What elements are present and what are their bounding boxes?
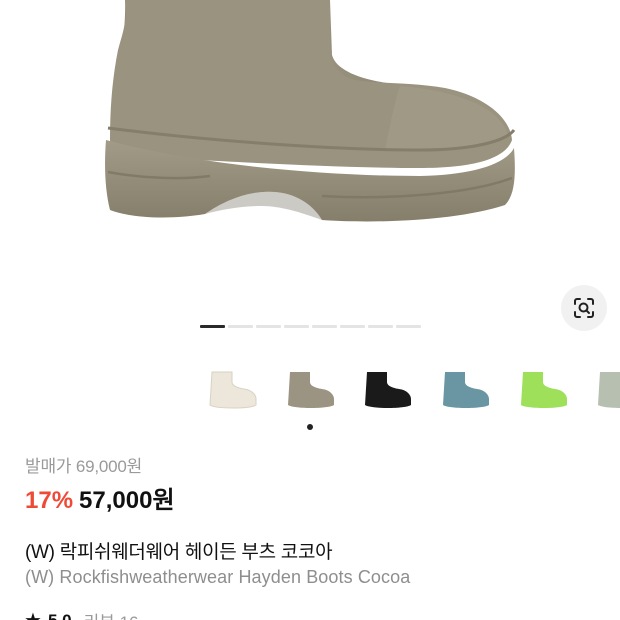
carousel-segment-5[interactable] (312, 325, 337, 328)
review-count-link[interactable]: 리뷰 16 (84, 608, 139, 620)
product-name-english: (W) Rockfishweatherwear Hayden Boots Coc… (25, 567, 411, 587)
carousel-segment-8[interactable] (396, 325, 421, 328)
color-option-sage[interactable] (590, 364, 620, 414)
price-row: 17% 57,000원 (25, 480, 175, 515)
rating-score: 5.0 (47, 610, 72, 620)
color-options (196, 364, 620, 414)
carousel-segment-1[interactable] (200, 325, 225, 328)
image-search-icon (574, 298, 594, 318)
carousel-segment-2[interactable] (228, 325, 253, 328)
carousel-segment-7[interactable] (368, 325, 393, 328)
carousel-segment-6[interactable] (340, 325, 365, 328)
product-name-korean: (W) 락피쉬웨더웨어 헤이든 부츠 코코아 (25, 542, 333, 563)
color-option-blue[interactable] (435, 364, 491, 414)
color-option-black[interactable] (357, 364, 413, 414)
color-option-cream[interactable] (202, 364, 258, 414)
boot-illustration (105, 0, 516, 222)
color-option-cocoa[interactable] (280, 364, 336, 414)
original-price: 발매가 69,000원 (25, 457, 143, 476)
image-carousel-indicator (200, 325, 421, 328)
carousel-segment-4[interactable] (284, 325, 309, 328)
discount-rate: 17% (25, 487, 74, 514)
rating-row[interactable]: ★ 5.0 리뷰 16 (24, 608, 139, 620)
sale-price: 57,000원 (79, 487, 175, 514)
swatch-page-dot (307, 424, 313, 430)
product-image[interactable] (0, 0, 620, 340)
color-option-lime[interactable] (513, 364, 569, 414)
star-icon: ★ (24, 611, 42, 620)
carousel-segment-3[interactable] (256, 325, 281, 328)
image-search-button[interactable] (561, 285, 607, 331)
